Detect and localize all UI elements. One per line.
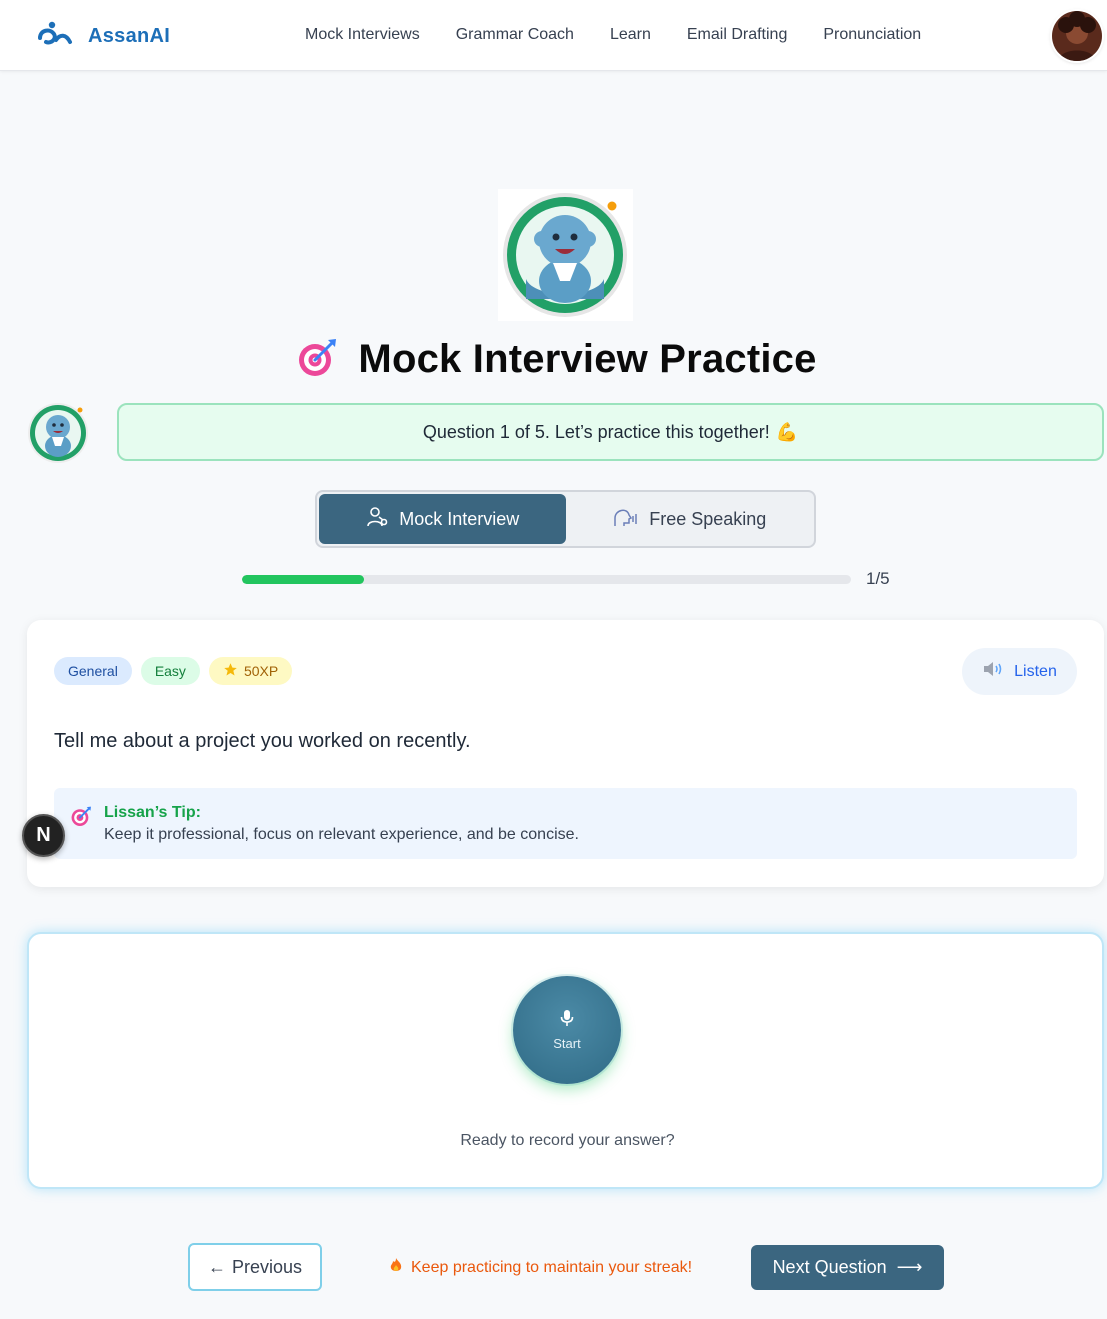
next-question-label: Next Question [772,1257,887,1277]
nav-pronunciation[interactable]: Pronunciation [823,26,921,44]
nav-mock-interviews[interactable]: Mock Interviews [305,26,420,44]
listen-button[interactable]: Listen [962,648,1077,695]
listen-label: Listen [1014,662,1057,680]
coach-message-text: Question 1 of 5. Let’s practice this tog… [422,421,770,442]
tab-mock-interview-label: Mock Interview [399,508,520,529]
target-dart-icon [296,336,338,383]
question-badges: General Easy 50XP [54,657,293,685]
recording-card: Start Ready to record your answer? [27,932,1104,1189]
question-card: General Easy 50XP Listen Tell me about a… [27,620,1104,887]
page-header: Mock Interview Practice [0,336,1107,383]
coach-message-bubble: Question 1 of 5. Let’s practice this tog… [117,403,1104,461]
tab-mock-interview[interactable]: Mock Interview [319,494,566,544]
xp-badge: 50XP [208,657,293,685]
start-recording-label: Start [553,1036,581,1051]
user-avatar[interactable] [1052,11,1102,61]
tab-free-speaking[interactable]: Free Speaking [566,494,813,544]
flexed-biceps-icon: 💪 [775,421,799,442]
nav-grammar-coach[interactable]: Grammar Coach [456,26,574,44]
question-progress-bar [242,575,851,584]
streak-message: Keep practicing to maintain your streak! [389,1257,692,1278]
assan-logo-icon [36,20,74,53]
progress-fill [242,575,364,584]
nav-learn[interactable]: Learn [610,26,651,44]
arrow-left-icon: ← [207,1256,226,1277]
interview-person-icon [365,505,389,534]
top-navbar: AssanAI Mock Interviews Grammar Coach Le… [0,0,1107,71]
mascot-avatar-large [498,189,633,321]
tab-free-speaking-label: Free Speaking [649,508,767,529]
speaker-icon [982,660,1004,683]
progress-counter: 1/5 [866,569,890,588]
streak-text: Keep practicing to maintain your streak! [411,1258,693,1276]
main-nav: Mock Interviews Grammar Coach Learn Emai… [305,26,921,44]
difficulty-badge: Easy [140,657,200,685]
xp-badge-label: 50XP [243,663,279,679]
previous-button[interactable]: ← Previous [188,1243,322,1291]
fire-icon [389,1257,403,1278]
recording-prompt: Ready to record your answer? [460,1132,675,1149]
previous-label: Previous [231,1256,303,1277]
floating-n-badge[interactable]: N [22,814,65,857]
start-recording-button[interactable]: Start [513,976,621,1084]
next-question-button[interactable]: Next Question ⟶ [751,1245,944,1290]
tip-box: Lissan’s Tip: Keep it professional, focu… [54,788,1077,859]
category-badge: General [54,657,132,685]
tip-text: Keep it professional, focus on relevant … [104,826,579,843]
question-text: Tell me about a project you worked on re… [54,730,471,752]
tip-title: Lissan’s Tip: [104,804,201,821]
nav-email-drafting[interactable]: Email Drafting [687,26,787,44]
microphone-icon [559,1009,575,1030]
mascot-avatar-small [26,402,90,464]
star-icon [223,662,238,680]
mode-toggle: Mock Interview Free Speaking [315,490,816,548]
target-dart-icon [70,805,92,832]
brand-logo[interactable]: AssanAI [36,20,170,53]
speaking-head-icon [611,504,639,535]
page-title: Mock Interview Practice [358,337,817,381]
arrow-right-icon: ⟶ [896,1257,923,1277]
brand-name: AssanAI [88,25,171,47]
